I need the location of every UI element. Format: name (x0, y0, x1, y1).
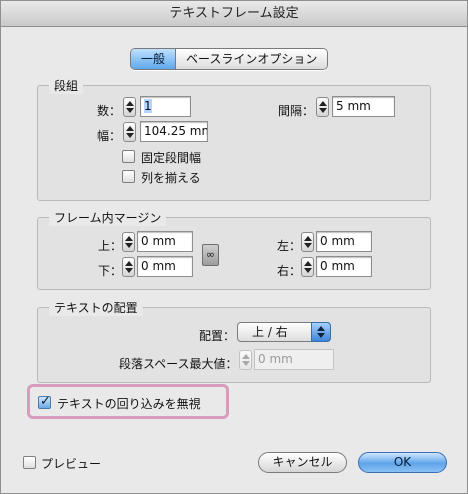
ignore-text-wrap-checkbox[interactable]: ✓ (38, 394, 51, 409)
column-number-field[interactable]: 1 (140, 96, 191, 117)
tab-general[interactable]: 一般 (131, 49, 177, 69)
tab-bar: 一般 ベースラインオプション (130, 48, 329, 70)
dialog-window: テキストフレーム設定 一般 ベースラインオプション 段組 数： 1 間隔： 5 … (0, 0, 468, 494)
inset-group (37, 217, 431, 290)
inset-bottom-stepper[interactable] (122, 257, 135, 277)
column-number-value: 1 (144, 99, 152, 113)
dropdown-arrows-icon (311, 322, 331, 342)
inset-top-stepper[interactable] (122, 232, 135, 252)
inset-bottom-label: 下： (98, 264, 123, 278)
align-label: 配置： (199, 329, 236, 343)
inset-top-label: 上： (98, 239, 123, 253)
column-gutter-stepper[interactable] (316, 97, 329, 117)
make-settings-same-chain-icon[interactable]: ∞ (202, 244, 219, 266)
max-paragraph-spacing-field: 0 mm (254, 349, 334, 370)
inset-bottom-field[interactable]: 0 mm (137, 256, 193, 277)
ok-button[interactable]: OK (358, 452, 447, 473)
window-title: テキストフレーム設定 (1, 1, 467, 27)
balance-columns-label: 列を揃える (141, 171, 201, 185)
column-width-label: 幅： (97, 129, 122, 143)
balance-columns-checkbox[interactable] (122, 170, 135, 183)
inset-right-field[interactable]: 0 mm (316, 256, 372, 277)
checkmark-icon: ✓ (40, 394, 51, 409)
inset-left-field[interactable]: 0 mm (316, 231, 372, 252)
fixed-width-checkbox[interactable] (122, 150, 135, 163)
column-number-stepper[interactable] (123, 97, 136, 117)
inset-legend: フレーム内マージン (49, 209, 167, 226)
columns-legend: 段組 (49, 77, 84, 94)
inset-right-label: 右： (277, 264, 302, 278)
max-paragraph-spacing-stepper (239, 350, 252, 370)
inset-left-stepper[interactable] (301, 232, 314, 252)
vertical-justification-legend: テキストの配置 (49, 299, 143, 316)
ignore-text-wrap-label: テキストの回り込みを無視 (57, 397, 201, 411)
align-dropdown-value: 上 / 右 (252, 325, 288, 339)
preview-checkbox[interactable] (23, 456, 36, 469)
cancel-button[interactable]: キャンセル (258, 452, 347, 473)
inset-right-stepper[interactable] (301, 257, 314, 277)
column-gutter-label: 間隔： (278, 104, 315, 118)
column-gutter-field[interactable]: 5 mm (332, 96, 395, 117)
fixed-width-label: 固定段間幅 (141, 151, 202, 165)
column-number-label: 数： (97, 104, 122, 118)
max-paragraph-spacing-label: 段落スペース最大値： (119, 357, 238, 371)
column-width-field[interactable]: 104.25 mm (140, 121, 208, 142)
column-width-stepper[interactable] (123, 122, 136, 142)
inset-left-label: 左： (277, 239, 302, 253)
tab-baseline-options[interactable]: ベースラインオプション (176, 49, 328, 69)
align-dropdown[interactable]: 上 / 右 (237, 322, 331, 342)
inset-top-field[interactable]: 0 mm (137, 231, 193, 252)
preview-label: プレビュー (41, 457, 102, 471)
